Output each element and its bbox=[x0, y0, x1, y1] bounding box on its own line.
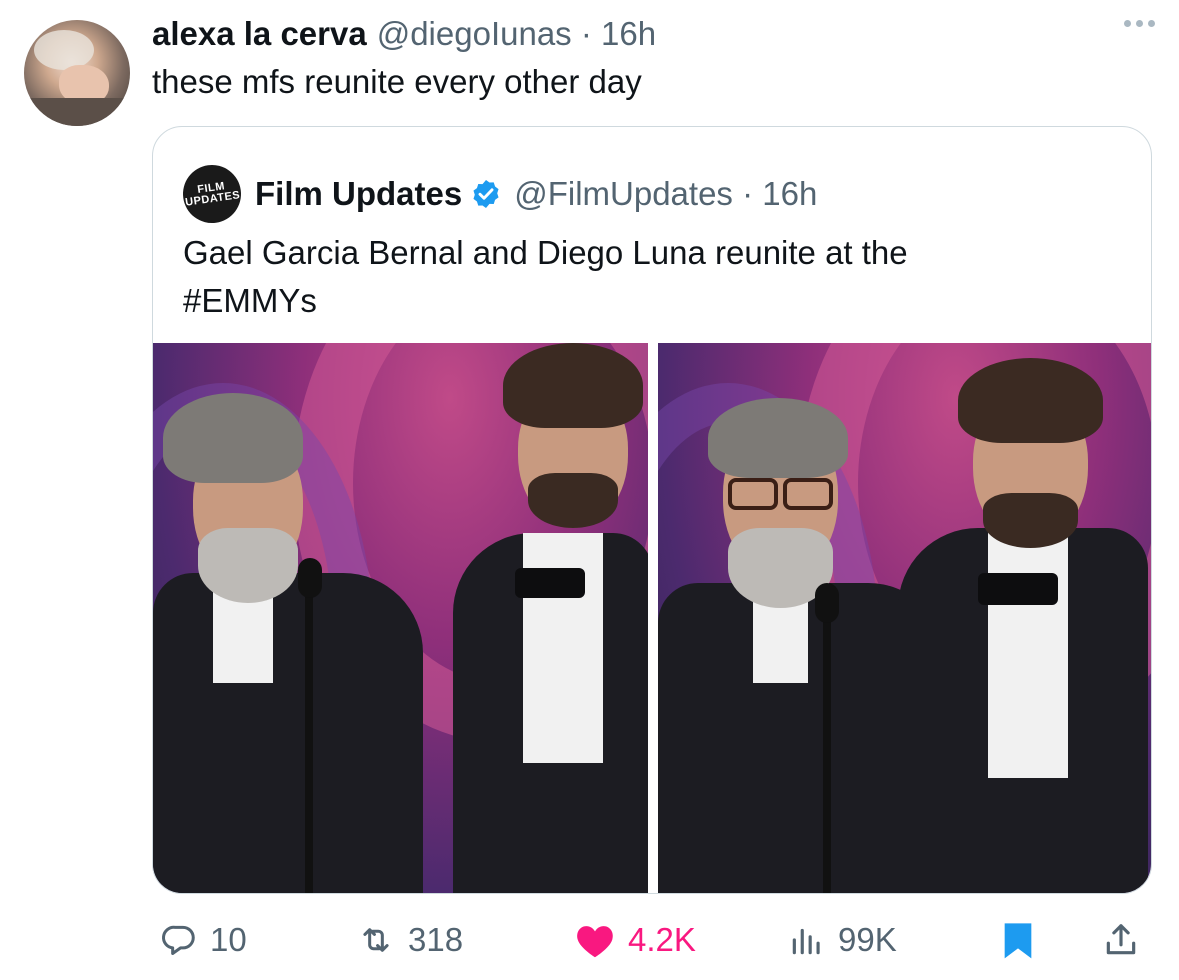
quoted-author-handle[interactable]: @FilmUpdates · 16h bbox=[514, 175, 817, 213]
more-icon[interactable] bbox=[1124, 20, 1155, 27]
photo-2[interactable] bbox=[658, 343, 1151, 893]
tweet-header: alexa la cerva @diegoIunas · 16h bbox=[152, 14, 656, 54]
hashtag-link[interactable]: #EMMYs bbox=[183, 277, 1083, 325]
repost-icon bbox=[363, 928, 389, 952]
share-button[interactable] bbox=[1102, 918, 1140, 962]
bookmark-icon bbox=[1004, 923, 1032, 959]
views-button[interactable]: 99K bbox=[788, 918, 897, 962]
author-name[interactable]: alexa la cerva bbox=[152, 14, 367, 54]
like-count: 4.2K bbox=[628, 921, 696, 958]
quoted-tweet-time[interactable]: · 16h bbox=[742, 175, 817, 212]
views-count: 99K bbox=[838, 921, 897, 958]
quoted-tweet[interactable]: FILM UPDATES Film Updates @FilmUpdates ·… bbox=[152, 126, 1152, 894]
repost-count: 318 bbox=[408, 921, 464, 958]
tweet-text: these mfs reunite every other day bbox=[152, 63, 642, 100]
media-grid bbox=[153, 343, 1151, 893]
views-icon bbox=[792, 928, 820, 955]
repost-button[interactable]: 318 bbox=[356, 918, 463, 962]
quoted-tweet-header: FILM UPDATES Film Updates @FilmUpdates ·… bbox=[179, 161, 817, 227]
tweet-time[interactable]: · 16h bbox=[581, 15, 656, 52]
tweet-actions: 10 318 4.2K 99K bbox=[160, 918, 1150, 962]
film-updates-logo[interactable]: FILM UPDATES bbox=[179, 161, 245, 227]
share-icon bbox=[1106, 924, 1136, 955]
like-icon bbox=[577, 926, 613, 958]
quoted-author-name[interactable]: Film Updates bbox=[255, 175, 462, 213]
verified-icon bbox=[473, 180, 499, 208]
reply-button[interactable]: 10 bbox=[160, 918, 247, 962]
quoted-tweet-text: Gael Garcia Bernal and Diego Luna reunit… bbox=[183, 229, 1083, 325]
reply-count: 10 bbox=[210, 921, 247, 958]
bookmark-button[interactable] bbox=[1000, 918, 1036, 962]
photo-1[interactable] bbox=[153, 343, 648, 893]
like-button[interactable]: 4.2K bbox=[574, 918, 696, 962]
author-handle[interactable]: @diegoIunas · 16h bbox=[377, 14, 656, 54]
avatar[interactable] bbox=[24, 20, 130, 126]
reply-icon bbox=[162, 925, 195, 955]
